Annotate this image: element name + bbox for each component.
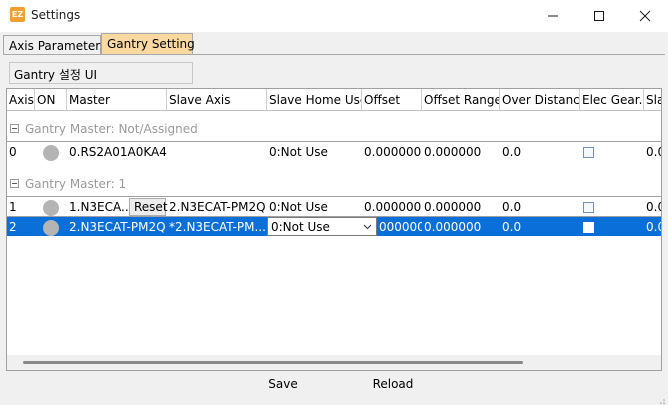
- cell-axis: 1: [9, 200, 17, 214]
- cell-master: 0.RS2A01A0KA4: [69, 145, 167, 159]
- group-header[interactable]: Gantry Master: 1: [7, 175, 661, 193]
- chevron-down-icon[interactable]: [361, 219, 374, 234]
- window-client: Axis Parameters Gantry Setting Gantry 설정…: [0, 32, 668, 405]
- status-led-icon: [43, 200, 59, 216]
- grid-header: Axis ON Master Slave Axis Slave Home Use…: [7, 89, 661, 111]
- cell-offset: 0.000000: [364, 200, 422, 214]
- col-header-sla[interactable]: Sla: [644, 89, 661, 111]
- col-header-slave-home-use[interactable]: Slave Home Use: [267, 89, 362, 111]
- app-icon: EZ: [10, 7, 25, 22]
- cell-master: 1.N3ECA...: [69, 200, 129, 214]
- col-header-master[interactable]: Master: [67, 89, 167, 111]
- cell-sla: 0.0: [646, 145, 661, 159]
- group-title: Gantry Master: 1: [25, 177, 127, 191]
- cell-slave-axis: 2.N3ECAT-PM2Q: [169, 200, 266, 214]
- maximize-button[interactable]: [576, 0, 622, 32]
- resize-grip-icon[interactable]: [656, 395, 666, 405]
- cell-offset: 0.000000: [364, 145, 422, 159]
- status-led-icon: [43, 220, 59, 236]
- minimize-button[interactable]: [530, 0, 576, 32]
- save-button[interactable]: Save: [256, 377, 310, 397]
- table-row-selected[interactable]: 2 2.N3ECAT-PM2Q *2.N3ECAT-PM... 0:Not Us…: [7, 216, 661, 236]
- cell-offset-range: 0.000000: [424, 200, 482, 214]
- cell-slave-home-use: 0:Not Use: [269, 200, 328, 214]
- col-header-over-distance[interactable]: Over Distance: [500, 89, 580, 111]
- cell-sla: 0.0: [646, 200, 661, 214]
- close-icon: [639, 10, 651, 22]
- elec-gear-checkbox[interactable]: [583, 222, 594, 233]
- gantry-grid[interactable]: Axis ON Master Slave Axis Slave Home Use…: [6, 88, 662, 371]
- horizontal-scrollbar[interactable]: [7, 355, 661, 370]
- cell-slave-axis: *2.N3ECAT-PM...: [169, 220, 266, 234]
- cell-over-distance: 0.0: [502, 145, 522, 159]
- cell-offset-range: 0.000000: [424, 145, 482, 159]
- status-led-icon: [43, 145, 59, 161]
- collapse-icon[interactable]: [10, 179, 19, 188]
- gantry-ui-label: Gantry 설정 UI: [9, 62, 193, 84]
- maximize-icon: [594, 11, 604, 21]
- gantry-setting-page: Gantry 설정 UI Axis ON Master Slave Axis S…: [4, 55, 664, 403]
- elec-gear-checkbox[interactable]: [583, 202, 594, 213]
- scrollbar-thumb[interactable]: [23, 361, 523, 364]
- cell-offset-range: 0.000000: [424, 220, 482, 234]
- col-header-offset[interactable]: Offset: [362, 89, 422, 111]
- cell-slave-home-use: 0:Not Use: [269, 145, 328, 159]
- window-title: Settings: [31, 8, 81, 22]
- group-header[interactable]: Gantry Master: Not/Assigned: [7, 120, 661, 138]
- tab-gantry-setting[interactable]: Gantry Setting: [101, 33, 195, 54]
- close-button[interactable]: [622, 0, 668, 32]
- table-row[interactable]: 1 1.N3ECA... Reset 2.N3ECAT-PM2Q 0:Not U…: [7, 196, 661, 216]
- cell-sla: 0.0: [646, 220, 661, 234]
- collapse-icon[interactable]: [10, 124, 19, 133]
- group-title: Gantry Master: Not/Assigned: [25, 122, 198, 136]
- col-header-slave-axis[interactable]: Slave Axis: [167, 89, 267, 111]
- cell-over-distance: 0.0: [502, 220, 522, 234]
- elec-gear-checkbox[interactable]: [583, 147, 594, 158]
- cell-axis: 2: [9, 220, 17, 234]
- minimize-icon: [548, 15, 558, 17]
- col-header-axis[interactable]: Axis: [7, 89, 35, 111]
- slave-home-use-dropdown[interactable]: 0:Not Use: [267, 217, 377, 236]
- table-row[interactable]: 0 0.RS2A01A0KA4 0:Not Use 0.000000 0.000…: [7, 141, 661, 161]
- reload-button[interactable]: Reload: [362, 377, 424, 397]
- col-header-offset-range[interactable]: Offset Range: [422, 89, 500, 111]
- title-bar: EZ Settings: [0, 0, 668, 32]
- cell-master: 2.N3ECAT-PM2Q: [69, 220, 166, 234]
- col-header-on[interactable]: ON: [35, 89, 67, 111]
- cell-offset: 000000: [379, 220, 422, 234]
- reset-button[interactable]: Reset: [129, 198, 168, 216]
- col-header-elec-gear[interactable]: Elec Gear...: [580, 89, 644, 111]
- tab-axis-parameters[interactable]: Axis Parameters: [3, 35, 106, 54]
- cell-axis: 0: [9, 145, 17, 159]
- dropdown-value: 0:Not Use: [271, 220, 330, 234]
- cell-over-distance: 0.0: [502, 200, 522, 214]
